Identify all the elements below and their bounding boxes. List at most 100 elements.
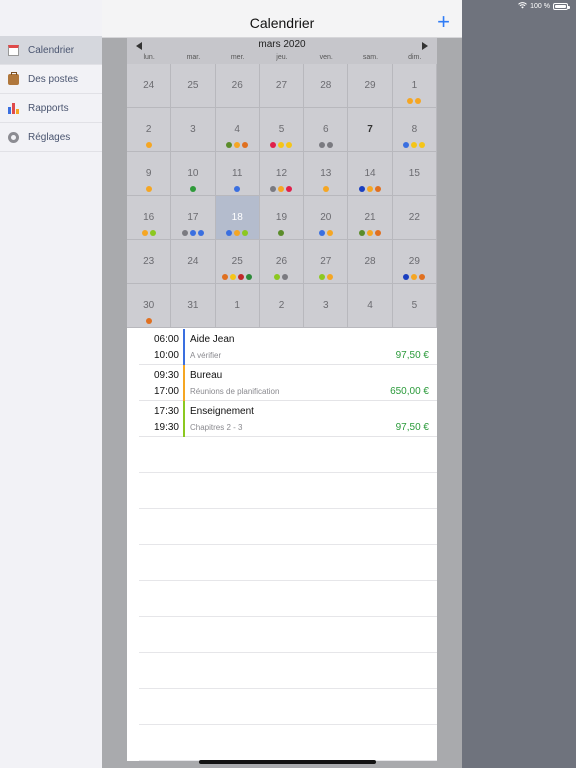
day-number: 31	[187, 300, 199, 311]
event-dot	[189, 230, 196, 236]
calendar-day-cell[interactable]: 20	[304, 196, 349, 240]
event-title: Enseignement	[190, 406, 254, 417]
calendar-day-cell[interactable]: 2	[127, 108, 172, 152]
event-dot	[145, 318, 152, 324]
calendar-day-cell[interactable]: 29	[348, 64, 393, 108]
day-number: 9	[145, 168, 152, 179]
event-dot	[286, 142, 293, 148]
weekday-label: sam.	[362, 54, 379, 61]
calendar-day-cell[interactable]: 10	[171, 152, 216, 196]
day-number: 22	[408, 212, 420, 223]
event-dot	[246, 274, 253, 280]
calendar-day-cell[interactable]: 19	[259, 196, 305, 240]
event-dot	[359, 230, 366, 236]
day-number: 23	[143, 256, 155, 267]
calendar-day-cell[interactable]: 24	[127, 64, 172, 108]
calendar-day-cell[interactable]: 3	[171, 108, 216, 152]
empty-row-separator	[139, 472, 437, 473]
day-number: 14	[364, 168, 376, 179]
calendar-day-cell[interactable]: 16	[127, 196, 172, 240]
calendar-day-cell[interactable]: 21	[348, 196, 393, 240]
day-number: 19	[275, 212, 288, 223]
calendar-day-cell[interactable]: 9	[127, 152, 172, 196]
empty-row-separator	[139, 724, 437, 725]
sidebar-item-rapports[interactable]: Rapports	[0, 94, 102, 123]
weekday-label: dim.	[408, 54, 422, 61]
status-right: 100 %	[518, 2, 570, 11]
calendar-day-cell[interactable]: 31	[171, 284, 216, 328]
event-start-time: 06:00	[153, 334, 179, 345]
empty-row-separator	[139, 580, 437, 581]
event-row[interactable]: 09:30 17:00 Bureau Réunions de planificatio…	[139, 365, 437, 401]
calendar-day-cell[interactable]: 5	[392, 284, 437, 328]
event-row[interactable]: 06:00 10:00 Aide Jean A vérifier 97,50 €	[139, 329, 437, 365]
navbar: Calendrier +	[102, 0, 462, 38]
day-number: 4	[234, 124, 240, 135]
event-dots	[260, 230, 303, 236]
calendar-day-cell[interactable]: 4	[348, 284, 393, 328]
day-number: 26	[275, 256, 288, 267]
event-row[interactable]: 17:30 19:30 Enseignement Chapitres 2 - 3 97,…	[139, 401, 437, 437]
calendar-day-cell[interactable]: 5	[259, 108, 305, 152]
sidebar-item-reglages[interactable]: Réglages	[0, 123, 102, 152]
month-label: mars 2020	[258, 39, 306, 50]
add-button[interactable]: +	[437, 11, 450, 33]
calendar-day-cell[interactable]: 28	[304, 64, 349, 108]
calendar-day-cell[interactable]: 25	[171, 64, 216, 108]
calendar-day-cell[interactable]: 28	[348, 240, 393, 284]
sidebar-item-des-postes[interactable]: Des postes	[0, 65, 102, 94]
calendar-day-cell[interactable]: 7	[348, 108, 393, 152]
event-title: Aide Jean	[190, 334, 235, 345]
calendar-day-cell[interactable]: 4	[215, 108, 260, 152]
calendar-day-cell[interactable]: 12	[259, 152, 305, 196]
calendar-day-cell[interactable]: 17	[171, 196, 216, 240]
day-number: 1	[411, 80, 418, 91]
event-color-bar	[183, 401, 185, 437]
event-dots	[348, 230, 391, 236]
sidebar-item-calendrier[interactable]: Calendrier	[0, 36, 102, 65]
calendar-day-cell[interactable]: 13	[304, 152, 349, 196]
event-dots	[127, 186, 170, 192]
event-dot	[234, 186, 241, 192]
calendar-day-cell[interactable]: 11	[215, 152, 260, 196]
wifi-icon	[518, 2, 527, 11]
calendar-day-cell[interactable]: 8	[392, 108, 437, 152]
calendar-day-cell[interactable]: 3	[304, 284, 349, 328]
calendar-day-cell[interactable]: 1	[215, 284, 260, 328]
day-number: 6	[323, 124, 329, 135]
event-dot	[197, 230, 204, 236]
calendar-day-cell[interactable]: 30	[127, 284, 172, 328]
day-number: 17	[187, 212, 199, 223]
calendar-day-cell[interactable]: 26	[215, 64, 260, 108]
event-end-time: 10:00	[153, 350, 179, 361]
event-dot	[403, 274, 410, 280]
next-month-icon[interactable]	[422, 42, 428, 50]
event-dot	[145, 142, 152, 148]
event-dot	[226, 142, 233, 148]
calendar-day-cell[interactable]: 18	[215, 196, 260, 240]
calendar-day-cell[interactable]: 29	[392, 240, 437, 284]
event-dot	[375, 186, 382, 192]
event-amount: 97,50 €	[395, 350, 429, 361]
weekday-label: jeu.	[276, 54, 288, 61]
calendar-day-cell[interactable]: 23	[127, 240, 172, 284]
calendar-day-cell[interactable]: 1	[392, 64, 437, 108]
calendar-day-cell[interactable]: 22	[392, 196, 437, 240]
calendar-day-cell[interactable]: 27	[259, 64, 305, 108]
bar-chart-icon	[8, 102, 19, 114]
day-number: 28	[364, 256, 376, 267]
calendar-day-cell[interactable]: 25	[215, 240, 260, 284]
event-subtitle: A vérifier	[190, 351, 222, 360]
calendar-day-cell[interactable]: 26	[259, 240, 305, 284]
calendar-day-cell[interactable]: 15	[392, 152, 437, 196]
event-dot	[318, 274, 325, 280]
calendar-day-cell[interactable]: 2	[259, 284, 305, 328]
event-dot	[278, 186, 285, 192]
calendar-day-cell[interactable]: 24	[171, 240, 216, 284]
event-subtitle: Réunions de planification	[190, 387, 280, 396]
event-dot	[419, 142, 426, 148]
calendar-day-cell[interactable]: 14	[348, 152, 393, 196]
calendar-day-cell[interactable]: 6	[304, 108, 349, 152]
calendar-day-cell[interactable]: 27	[304, 240, 349, 284]
empty-row-separator	[139, 652, 437, 653]
